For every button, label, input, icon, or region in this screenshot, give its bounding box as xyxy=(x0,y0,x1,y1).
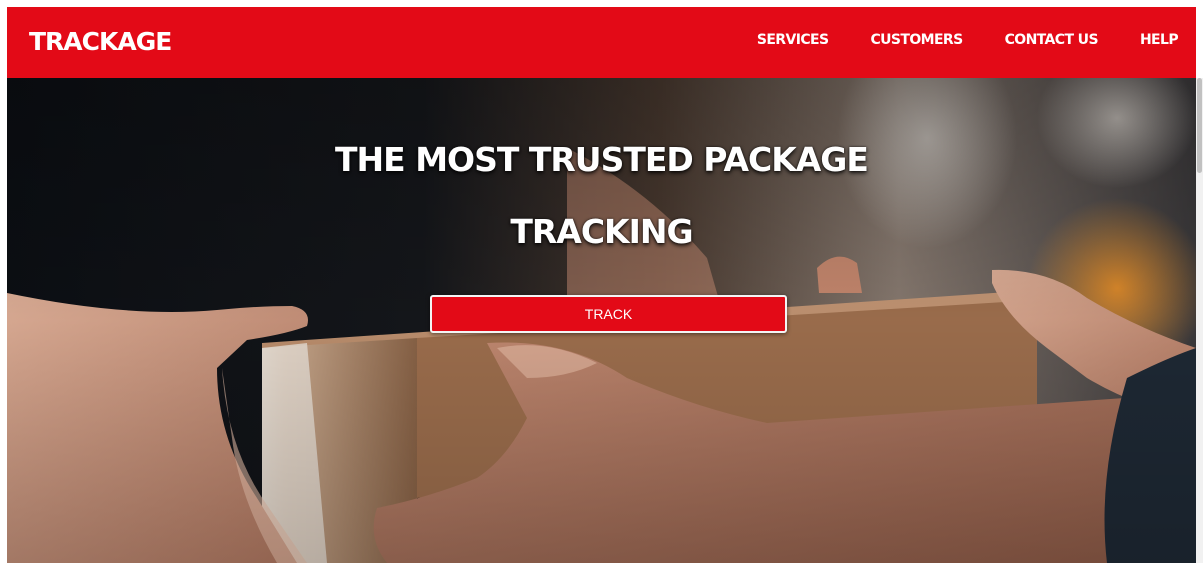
hero-headline-line1: THE MOST TRUSTED PACKAGE xyxy=(335,140,869,179)
hero-headline-line2: TRACKING xyxy=(510,212,693,251)
track-button[interactable]: TRACK xyxy=(430,295,787,333)
nav-link-customers[interactable]: CUSTOMERS xyxy=(870,30,963,50)
nav-link-contact-us[interactable]: CONTACT US xyxy=(1005,30,1099,50)
nav-link-help[interactable]: HELP xyxy=(1140,30,1179,50)
brand-logo[interactable]: TRACKAGE xyxy=(29,25,172,59)
page-frame: TRACKAGE SERVICES CUSTOMERS CONTACT US H… xyxy=(7,7,1196,563)
hero-section: THE MOST TRUSTED PACKAGE TRACKING TRACK xyxy=(7,78,1196,563)
scrollbar-thumb[interactable] xyxy=(1197,78,1202,173)
top-navbar: TRACKAGE SERVICES CUSTOMERS CONTACT US H… xyxy=(7,7,1196,78)
nav-link-services[interactable]: SERVICES xyxy=(757,30,829,50)
page-scrollbar[interactable] xyxy=(1196,78,1203,563)
nav-menu: SERVICES CUSTOMERS CONTACT US HELP xyxy=(757,30,1179,50)
